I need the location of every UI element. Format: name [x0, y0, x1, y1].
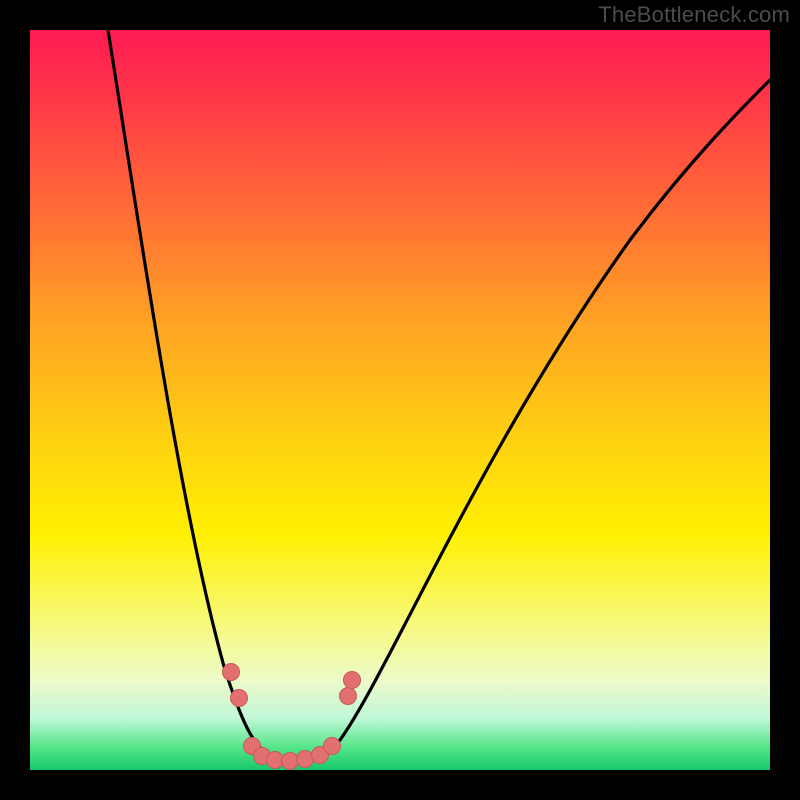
curve-marker — [344, 672, 361, 689]
bottleneck-curve — [108, 30, 770, 763]
curve-marker — [340, 688, 357, 705]
chart-stage: TheBottleneck.com — [0, 0, 800, 800]
curve-marker — [231, 690, 248, 707]
curve-marker — [282, 753, 299, 770]
curve-marker — [223, 664, 240, 681]
curve-marker — [297, 751, 314, 768]
curve-marker — [267, 752, 284, 769]
plot-frame — [30, 30, 770, 770]
watermark-text: TheBottleneck.com — [598, 2, 790, 28]
curve-layer — [30, 30, 770, 770]
curve-marker — [324, 738, 341, 755]
